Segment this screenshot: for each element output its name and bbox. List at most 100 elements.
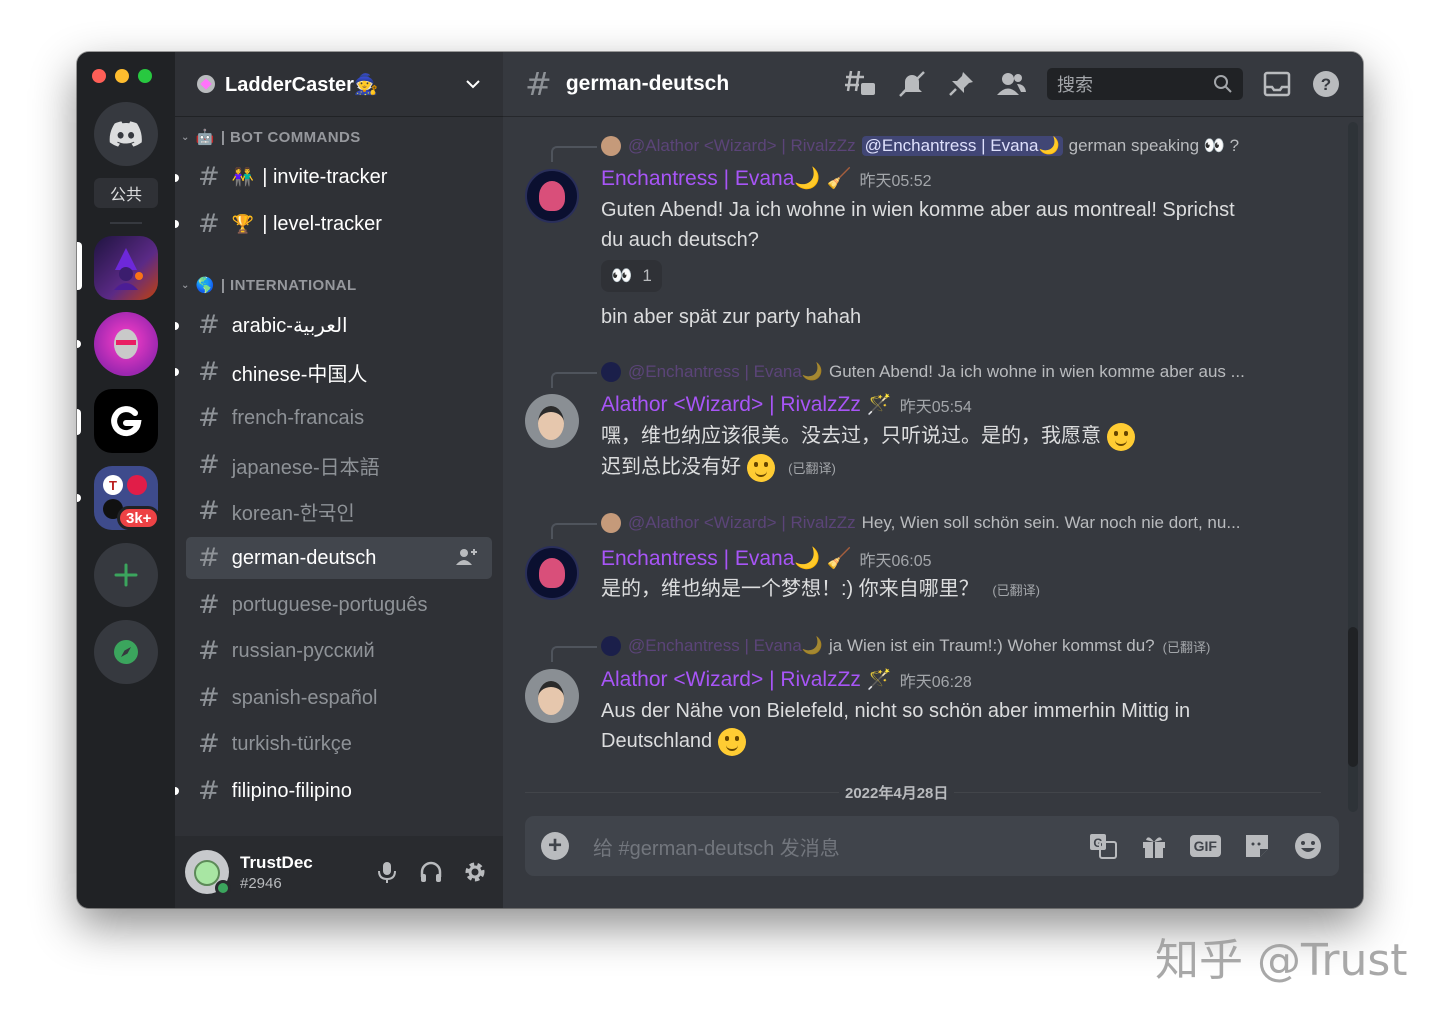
mention-chip[interactable]: @Enchantress | Evana🌙 (861, 136, 1063, 156)
user-info[interactable]: TrustDec #2946 (240, 853, 375, 892)
reply-text: Guten Abend! Ja ich wohne in wien komme … (829, 362, 1245, 381)
hash-icon: # (198, 209, 220, 239)
user-avatar[interactable] (185, 850, 231, 896)
channel-invite-tracker[interactable]: # 👫 | invite-tracker (186, 156, 492, 198)
category-label: | INTERNATIONAL (220, 276, 357, 294)
zoom-window-button[interactable] (138, 69, 152, 83)
unread-indicator (175, 220, 179, 228)
close-window-button[interactable] (92, 69, 106, 83)
category-bot-commands[interactable]: ⌄ 🤖 | BOT COMMANDS (175, 128, 361, 147)
reply-preview[interactable]: @Enchantress | Evana🌙 ja Wien ist ein Tr… (551, 636, 1211, 662)
headphones-icon[interactable] (419, 860, 443, 884)
inbox-icon[interactable] (1263, 71, 1291, 97)
channel-filipino[interactable]: # filipino-filipino (186, 770, 492, 812)
author-name[interactable]: Enchantress | Evana🌙 (601, 167, 821, 191)
message-text-part: 迟到总比没有好 (601, 456, 741, 478)
channel-japanese[interactable]: # japanese-日本語 (186, 444, 492, 486)
channel-turkish[interactable]: # turkish-türkçe (186, 723, 492, 765)
channel-french[interactable]: # french-francais (186, 397, 492, 439)
reply-preview[interactable]: @Alathor <Wizard> | RivalzZz Hey, Wien s… (551, 513, 1241, 539)
selected-server-indicator (77, 242, 82, 290)
pin-icon[interactable] (947, 70, 975, 98)
message-input[interactable]: 给 #german-deutsch 发消息 (593, 832, 1088, 861)
date-divider-label: 2022年4月28日 (839, 782, 955, 803)
channel-spanish[interactable]: # spanish-español (186, 677, 492, 719)
timestamp: 昨天06:28 (899, 673, 972, 691)
hash-icon: # (198, 310, 220, 340)
search-input[interactable]: 搜索 (1047, 68, 1243, 100)
search-icon (1214, 75, 1232, 93)
reply-preview[interactable]: @Enchantress | Evana🌙 Guten Abend! Ja ic… (551, 362, 1245, 388)
upload-plus-icon[interactable]: + (541, 832, 569, 860)
public-servers-tag[interactable]: 公共 (94, 178, 158, 208)
server-g-icon[interactable] (94, 389, 158, 453)
letter-g-icon (111, 406, 142, 437)
channel-title: german-deutsch (565, 72, 730, 95)
add-server-button[interactable] (94, 543, 158, 607)
translated-badge: (已翻译) (1162, 639, 1211, 655)
chat-area: # german-deutsch 搜索 ? @Alathor <Wizard> … (503, 52, 1363, 908)
author-name[interactable]: Alathor <Wizard> | RivalzZz (601, 393, 861, 417)
reply-avatar (601, 636, 621, 656)
help-icon[interactable]: ? (1311, 69, 1341, 99)
gif-button[interactable]: GIF (1189, 835, 1221, 857)
category-international[interactable]: ⌄ 🌎 | INTERNATIONAL (175, 276, 357, 295)
add-member-icon[interactable] (456, 548, 478, 566)
explore-servers-button[interactable] (94, 620, 158, 684)
hash-icon: # (198, 543, 220, 573)
channel-label: korean-한국인 (231, 502, 355, 525)
minimize-window-button[interactable] (115, 69, 129, 83)
channel-label: french-francais (231, 406, 365, 429)
smiley-icon (1106, 422, 1135, 451)
server-header[interactable]: LadderCaster🧙 (175, 52, 503, 117)
channel-korean[interactable]: # korean-한국인 (186, 490, 492, 532)
user-discriminator: #2946 (240, 874, 282, 892)
channel-portuguese[interactable]: # portuguese-português (186, 584, 492, 626)
microphone-icon[interactable] (375, 860, 399, 884)
channel-russian[interactable]: # russian-русский (186, 630, 492, 672)
avatar[interactable] (525, 169, 579, 223)
category-label: | BOT COMMANDS (220, 128, 361, 146)
channel-german[interactable]: # german-deutsch (186, 537, 492, 579)
translate-icon[interactable]: G (1088, 832, 1118, 860)
sticker-icon[interactable] (1243, 832, 1271, 860)
author-name[interactable]: Enchantress | Evana🌙 (601, 547, 821, 571)
scrollbar-thumb[interactable] (1348, 627, 1358, 767)
channel-label: chinese-中国人 (231, 363, 368, 386)
home-button[interactable] (94, 102, 158, 166)
server-pink-icon[interactable] (94, 312, 158, 376)
threads-icon[interactable] (845, 69, 877, 99)
message-text-part: 嘿，维也纳应该很美。没去过，只听说过。是的，我愿意 (601, 425, 1101, 447)
hash-icon: # (198, 729, 220, 759)
emoji-picker-icon[interactable] (1293, 831, 1323, 861)
channel-label: japanese-日本語 (231, 456, 380, 479)
channel-arabic[interactable]: # arabic-العربية (186, 304, 492, 346)
message-text: 嘿，维也纳应该很美。没去过，只听说过。是的，我愿意 (601, 421, 1135, 451)
reply-author: @Alathor <Wizard> | RivalzZz (628, 513, 856, 532)
message-text: Aus der Nähe von Bielefeld, nicht so sch… (601, 700, 1191, 722)
member-list-icon[interactable] (995, 70, 1027, 98)
timestamp: 昨天05:54 (899, 398, 972, 416)
channel-chinese[interactable]: # chinese-中国人 (186, 351, 492, 393)
avatar[interactable] (525, 669, 579, 723)
avatar[interactable] (525, 546, 579, 600)
chevron-down-icon[interactable] (465, 79, 481, 89)
reaction-button[interactable]: 👀 1 (601, 260, 662, 292)
rail-separator (110, 222, 142, 224)
channel-level-tracker[interactable]: # 🏆 | level-tracker (186, 203, 492, 245)
reply-preview[interactable]: @Alathor <Wizard> | RivalzZz @Enchantres… (551, 136, 1239, 162)
author-name[interactable]: Alathor <Wizard> | RivalzZz (601, 668, 861, 692)
hash-icon: # (525, 65, 552, 103)
server-laddercaster-icon[interactable] (94, 236, 158, 300)
gear-icon[interactable] (463, 860, 487, 884)
unread-indicator (175, 322, 179, 330)
message-text: Guten Abend! Ja ich wohne in wien komme … (601, 199, 1235, 221)
header-toolbar: 搜索 ? (845, 68, 1341, 100)
gift-icon[interactable] (1140, 832, 1168, 860)
chat-header: # german-deutsch 搜索 ? (503, 52, 1363, 117)
message-text: 是的，维也纳是一个梦想！:) 你来自哪里？ (已翻译) (601, 574, 1040, 606)
message-composer[interactable]: + 给 #german-deutsch 发消息 G GIF (525, 816, 1339, 876)
avatar[interactable] (525, 394, 579, 448)
notification-muted-icon[interactable] (897, 69, 927, 99)
timestamp: 昨天05:52 (859, 172, 932, 190)
